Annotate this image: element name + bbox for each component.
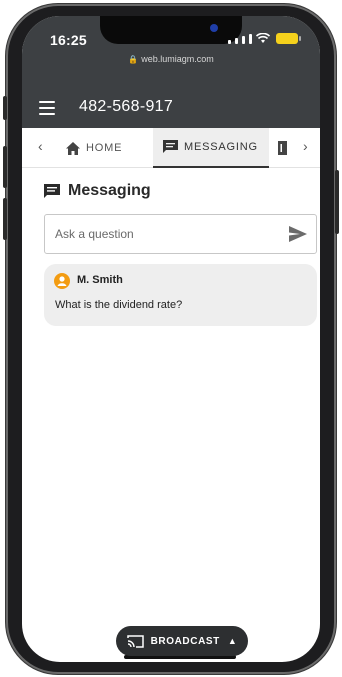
notch [100, 16, 242, 44]
message-text: What is the dividend rate? [55, 299, 183, 311]
power-button [335, 170, 339, 234]
cast-icon [126, 634, 144, 648]
broadcast-button[interactable]: BROADCAST ▲ [116, 626, 248, 656]
messaging-heading: Messaging [44, 182, 151, 200]
tab-home-label: HOME [86, 142, 123, 154]
status-icons [228, 33, 301, 44]
status-bar: 16:25 🔒 web.lumiagm.com [22, 16, 320, 88]
url-bar[interactable]: 🔒 web.lumiagm.com [22, 54, 320, 64]
home-icon [66, 141, 80, 155]
message-icon [163, 140, 178, 153]
phone-screen: 16:25 🔒 web.lumiagm.com 482-568-917 ‹ HO… [22, 16, 320, 662]
tab-home[interactable]: HOME [66, 128, 122, 168]
ask-question-box [44, 214, 317, 254]
volume-down-button [3, 198, 7, 240]
app-header: 482-568-917 [22, 88, 320, 128]
user-avatar-icon [54, 273, 70, 289]
tab-messaging[interactable]: MESSAGING [153, 128, 269, 168]
message-item: M. Smith What is the dividend rate? [44, 264, 317, 326]
tab-messaging-label: MESSAGING [184, 141, 258, 153]
message-icon [44, 183, 60, 198]
signal-icon [228, 40, 231, 44]
meeting-id: 482-568-917 [79, 98, 174, 115]
volume-up-button [3, 146, 7, 188]
chevron-up-icon: ▲ [227, 636, 238, 646]
page-title: Messaging [68, 182, 151, 199]
camera-icon [210, 24, 218, 32]
tab-scroll-right-icon[interactable]: › [303, 138, 308, 154]
tab-documents-partial[interactable] [278, 128, 293, 168]
wifi-icon [256, 33, 270, 43]
status-time: 16:25 [50, 32, 87, 48]
menu-icon[interactable] [39, 101, 55, 115]
message-author: M. Smith [77, 274, 123, 286]
silent-switch [3, 96, 7, 120]
tab-scroll-left-icon[interactable]: ‹ [38, 138, 43, 154]
broadcast-label: BROADCAST [150, 635, 220, 647]
ask-question-input[interactable] [55, 215, 275, 253]
document-icon [278, 141, 287, 155]
battery-icon [276, 33, 301, 44]
tab-bar: ‹ HOME MESSAGING › [22, 128, 320, 168]
lock-icon: 🔒 [128, 55, 139, 64]
send-icon[interactable] [289, 226, 307, 242]
url-text: web.lumiagm.com [141, 54, 214, 64]
